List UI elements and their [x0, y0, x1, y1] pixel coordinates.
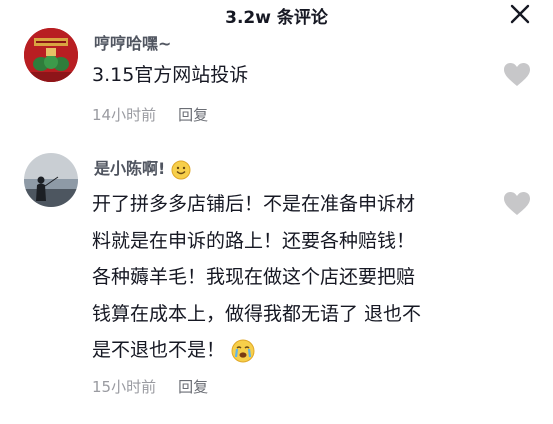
avatar[interactable] — [24, 153, 78, 207]
comment-text-line-2: 料就是在申诉的路上！还要各种赔钱！ — [92, 230, 416, 252]
comment-text-line-3: 各种薅羊毛！我现在做这个店还要把赔 — [92, 266, 416, 288]
comments-header: 3.2w 条评论 — [0, 0, 553, 30]
comment-text-line-4: 钱算在成本上，做得我都无语了 退也不 — [92, 303, 422, 325]
timestamp: 15小时前 — [92, 378, 157, 396]
timestamp: 14小时前 — [92, 106, 157, 124]
avatar-image — [24, 153, 78, 207]
username-text: 是小陈啊! — [94, 159, 166, 178]
username[interactable]: 哼哼哈嘿~ — [94, 30, 171, 54]
comment-text-line-1: 开了拼多多店铺后！不是在准备申诉材 — [92, 193, 416, 215]
username[interactable]: 是小陈啊! — [94, 155, 191, 180]
comment-count-title: 3.2w 条评论 — [225, 7, 328, 28]
comment-text-line-5: 是不退也不是！ — [92, 333, 255, 367]
comment-meta: 15小时前 回复 — [92, 376, 208, 397]
heart-icon[interactable] — [503, 191, 531, 217]
close-icon[interactable] — [509, 3, 531, 25]
comment-text: 3.15官方网站投诉 — [92, 64, 249, 86]
smile-emoji — [171, 160, 191, 179]
reply-button[interactable]: 回复 — [178, 376, 208, 397]
reply-button[interactable]: 回复 — [178, 104, 208, 125]
avatar-image — [24, 28, 78, 82]
avatar[interactable] — [24, 28, 78, 82]
comment-meta: 14小时前 回复 — [92, 104, 208, 125]
crying-emoji — [231, 339, 255, 362]
heart-icon[interactable] — [503, 62, 531, 88]
comment-text-line-5-text: 是不退也不是！ — [92, 339, 226, 361]
